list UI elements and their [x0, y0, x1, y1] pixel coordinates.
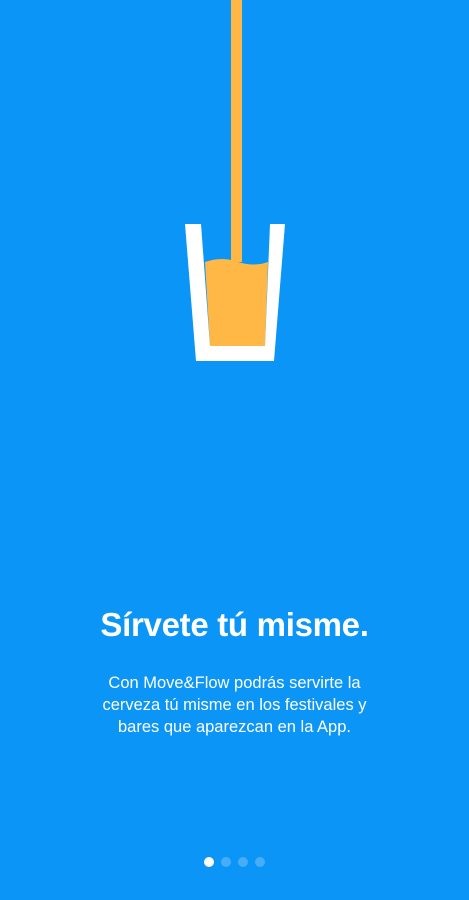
page-dot-1[interactable] — [204, 857, 214, 867]
page-dot-4[interactable] — [255, 857, 265, 867]
page-indicator — [0, 855, 469, 869]
page-description: Con Move&Flow podrás servirte la cerveza… — [102, 674, 367, 736]
page-title: Sírvete tú misme. — [100, 606, 369, 643]
onboarding-screen: Sírvete tú misme. Con Move&Flow podrás s… — [0, 0, 469, 900]
beer-glass-pour-icon — [185, 0, 285, 361]
page-dot-3[interactable] — [238, 857, 248, 867]
beer-stream — [231, 0, 242, 262]
page-dot-2[interactable] — [221, 857, 231, 867]
beer-fill — [205, 259, 268, 346]
